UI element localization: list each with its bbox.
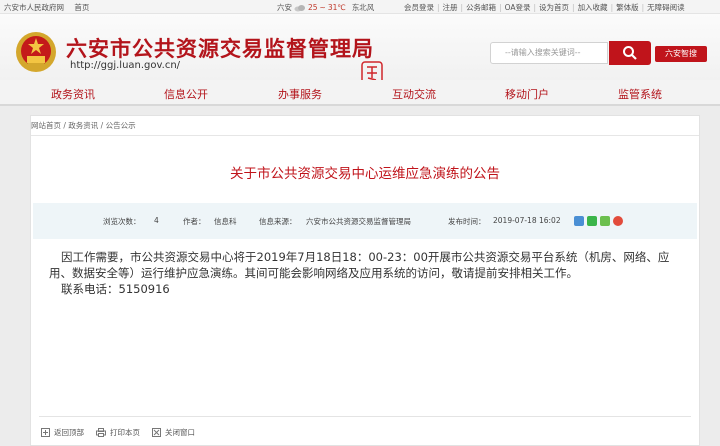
close-window-label: 关闭窗口 <box>165 428 195 437</box>
share-qzone-icon[interactable] <box>574 216 584 226</box>
author-value: 信息科 <box>214 217 237 226</box>
source-label: 信息来源： <box>259 217 297 226</box>
traditional-link[interactable]: 繁体版 <box>616 3 639 12</box>
nav-item-interaction[interactable]: 互动交流 <box>392 86 436 102</box>
site-header: 六安市公共资源交易监督管理局 http://ggj.luan.gov.cn/ -… <box>0 14 720 85</box>
close-box-icon <box>152 428 161 437</box>
back-to-top-label: 返回顶部 <box>54 428 84 437</box>
close-window-link[interactable]: 关闭窗口 <box>152 427 195 438</box>
breadcrumb-home[interactable]: 网站首页 <box>31 121 61 130</box>
article-info-bar: 浏览次数： 4 作者： 信息科 信息来源： 六安市公共资源交易监督管理局 发布时… <box>33 203 697 239</box>
article-title: 关于市公共资源交易中心运维应急演练的公告 <box>230 166 500 182</box>
nav-item-mobile[interactable]: 移动门户 <box>505 86 549 102</box>
bookmark-link[interactable]: 加入收藏 <box>578 3 608 12</box>
article-paragraph: 因工作需要，市公共资源交易中心将于2019年7月18日18：00-23：00开展… <box>49 250 670 280</box>
top-right-links: 会员登录 | 注册 | 公务邮箱 | OA登录 | 设为首页 | 加入收藏 | 繁体版 | 无障碍阅读 <box>404 3 685 12</box>
mail-link[interactable]: 公务邮箱 <box>466 3 496 12</box>
date-value: 2019-07-18 16:02 <box>493 216 561 225</box>
author-label: 作者： <box>183 217 206 226</box>
top-left-links: 六安市人民政府网 首页 <box>4 2 97 13</box>
breadcrumb-news[interactable]: 政务资讯 <box>68 121 98 130</box>
set-homepage-link[interactable]: 设为首页 <box>539 3 569 12</box>
temp-low: 31℃ <box>327 3 346 12</box>
article-footer-links: 返回顶部 打印本页 关闭窗口 <box>41 427 207 438</box>
share-friends-icon[interactable] <box>600 216 610 226</box>
site-title[interactable]: 六安市公共资源交易监督管理局 <box>66 33 374 63</box>
share-wechat-icon[interactable] <box>587 216 597 226</box>
mobile-search-button[interactable]: 六安智搜 <box>655 46 707 62</box>
article-contact: 联系电话：5150916 <box>61 282 170 296</box>
register-link[interactable]: 注册 <box>443 3 458 12</box>
gov-site-link[interactable]: 六安市人民政府网 <box>4 3 64 12</box>
search-button[interactable] <box>609 41 651 65</box>
share-weibo-icon[interactable] <box>613 216 623 226</box>
national-emblem-icon <box>16 32 56 72</box>
weather-city: 六安 <box>277 3 292 12</box>
breadcrumb-notices[interactable]: 公告公示 <box>106 121 136 130</box>
date-label: 发布时间： <box>448 217 486 226</box>
oa-login-link[interactable]: OA登录 <box>505 3 531 12</box>
nav-item-services[interactable]: 办事服务 <box>278 86 322 102</box>
source-value: 六安市公共资源交易监督管理局 <box>306 217 411 226</box>
views-count: 4 <box>154 216 159 225</box>
nav-item-supervision[interactable]: 监管系统 <box>618 86 662 102</box>
footer-divider <box>39 416 691 417</box>
wind-text: 东北风 <box>351 3 375 12</box>
home-link[interactable]: 首页 <box>74 3 89 12</box>
article-card: 网站首页 / 政务资讯 / 公告公示 关于市公共资源交易中心运维应急演练的公告 … <box>30 115 700 446</box>
nav-item-news[interactable]: 政务资讯 <box>51 86 95 102</box>
article-body: 因工作需要，市公共资源交易中心将于2019年7月18日18：00-23：00开展… <box>49 249 689 297</box>
nav-item-disclosure[interactable]: 信息公开 <box>164 86 208 102</box>
accessibility-link[interactable]: 无障碍阅读 <box>647 3 685 12</box>
temp-high: 25 <box>308 3 318 12</box>
views-label: 浏览次数： <box>103 217 141 226</box>
site-url: http://ggj.luan.gov.cn/ <box>70 60 181 71</box>
main-nav: 政务资讯 信息公开 办事服务 互动交流 移动门户 监管系统 <box>0 80 720 106</box>
plus-box-icon <box>41 428 50 437</box>
back-to-top-link[interactable]: 返回顶部 <box>41 427 84 438</box>
search-icon <box>623 46 637 60</box>
login-link[interactable]: 会员登录 <box>404 3 434 12</box>
print-label: 打印本页 <box>110 428 140 437</box>
search-input[interactable]: --请输入搜索关键词-- <box>490 42 608 64</box>
weather-widget: 六安 25 ~ 31℃ 东北风 <box>277 3 375 12</box>
cloudy-icon <box>294 4 305 11</box>
print-link[interactable]: 打印本页 <box>96 427 140 438</box>
top-bar: 六安市人民政府网 首页 六安 25 ~ 31℃ 东北风 会员登录 | 注册 | 公务邮箱… <box>0 0 720 14</box>
breadcrumb: 网站首页 / 政务资讯 / 公告公示 <box>31 116 699 136</box>
printer-icon <box>96 428 106 437</box>
